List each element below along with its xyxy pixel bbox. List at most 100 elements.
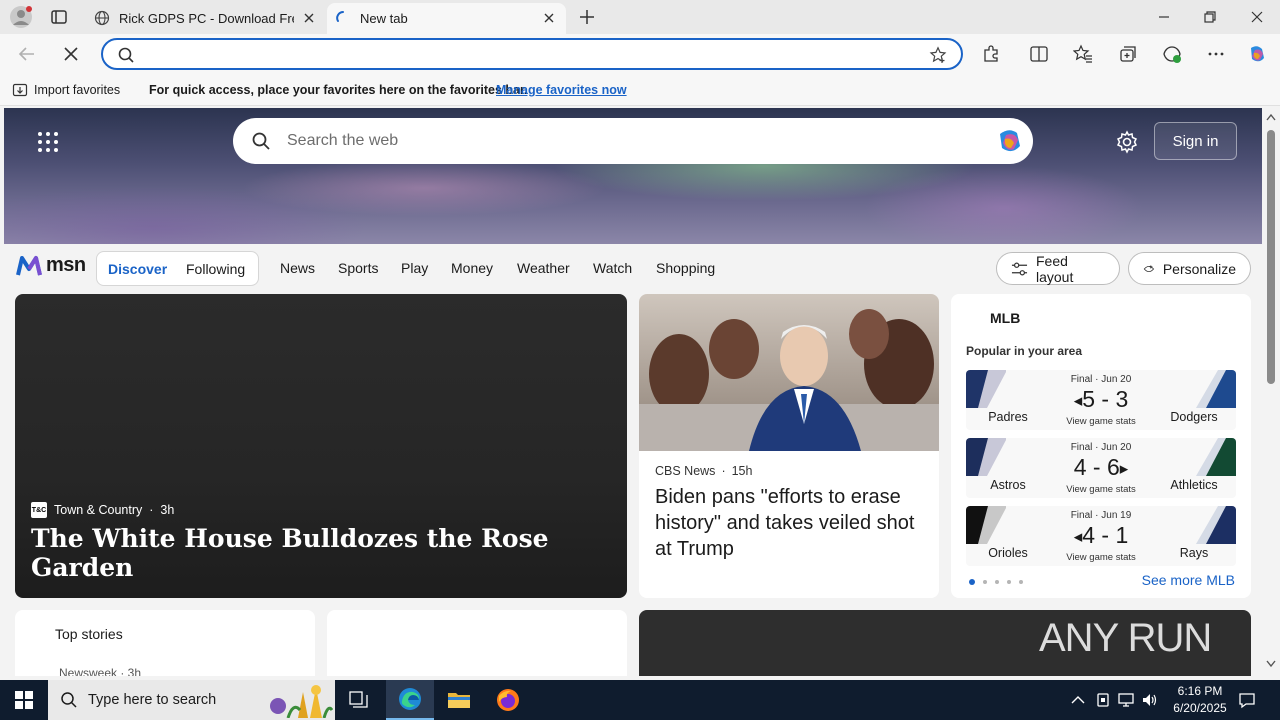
favorites-icon[interactable] <box>1073 44 1093 64</box>
taskbar-search[interactable]: Type here to search <box>48 680 335 720</box>
taskbar-file-explorer[interactable] <box>435 680 483 720</box>
view-game-stats-link[interactable]: View game stats <box>1051 416 1151 427</box>
browser-toolbar <box>0 34 1280 74</box>
team-name: Athletics <box>1170 478 1218 492</box>
score-value: 5 - 3 <box>1082 386 1129 412</box>
carousel-dot[interactable] <box>995 580 999 584</box>
tab-following[interactable]: Following <box>186 261 245 277</box>
minimize-icon[interactable] <box>1152 6 1176 28</box>
taskbar-firefox[interactable] <box>484 680 532 720</box>
close-tab-icon[interactable] <box>302 11 316 25</box>
scrollbar-thumb[interactable] <box>1267 130 1275 384</box>
carousel-dot[interactable] <box>983 580 987 584</box>
volume-icon[interactable] <box>1141 691 1159 709</box>
favorites-bar: Import favorites For quick access, place… <box>0 74 1280 106</box>
team-name: Astros <box>990 478 1026 492</box>
team-stripe-left <box>966 370 1006 408</box>
browser-essentials-icon[interactable] <box>1162 44 1182 64</box>
top-stories-card[interactable]: Top stories Newsweek · 3h <box>15 610 315 676</box>
tab-rick-gdps[interactable]: Rick GDPS PC - Download Free <box>86 3 326 34</box>
tab-bar: Rick GDPS PC - Download Free New tab <box>0 0 1280 34</box>
msn-logo[interactable]: msn <box>16 254 86 277</box>
import-icon <box>12 83 28 97</box>
story-age: 15h <box>731 464 753 478</box>
close-window-icon[interactable] <box>1245 6 1269 28</box>
tab-new-tab[interactable]: New tab <box>327 3 566 34</box>
stop-loading-icon[interactable] <box>60 43 82 65</box>
team-name: Rays <box>1179 546 1209 560</box>
mlb-subtitle: Popular in your area <box>966 344 1083 358</box>
network-icon[interactable] <box>1117 691 1135 709</box>
notifications-icon[interactable] <box>1238 691 1256 709</box>
start-button[interactable] <box>0 680 48 720</box>
task-view-icon <box>349 691 368 708</box>
scroll-up-icon[interactable] <box>1266 113 1276 121</box>
close-tab-icon[interactable] <box>542 11 556 25</box>
extensions-icon[interactable] <box>981 44 1001 64</box>
story-headline: The White House Bulldozes the Rose Garde… <box>31 524 549 582</box>
carousel-dot[interactable] <box>1007 580 1011 584</box>
feed-card[interactable] <box>327 610 627 676</box>
msn-butterfly-icon <box>16 255 42 275</box>
collections-icon[interactable] <box>1118 44 1138 64</box>
team-stripe-left <box>966 438 1006 476</box>
carousel-dot[interactable] <box>969 579 975 585</box>
copilot-icon[interactable] <box>1247 44 1267 64</box>
address-bar[interactable] <box>101 38 963 70</box>
app-launcher-icon[interactable] <box>36 130 60 154</box>
device-icon[interactable] <box>1094 691 1112 709</box>
import-favorites-button[interactable]: Import favorites <box>12 82 120 98</box>
dot-separator: · <box>149 503 154 517</box>
mlb-scores-card: MLB Popular in your area Final · Jun 20 … <box>951 294 1251 598</box>
nav-money[interactable]: Money <box>451 260 493 276</box>
tab-discover[interactable]: Discover <box>108 261 167 277</box>
game-row[interactable]: Final · Jun 19 ◀4 - 1 View game stats Or… <box>966 506 1236 566</box>
tab-actions-icon[interactable] <box>50 8 68 26</box>
back-icon[interactable] <box>16 43 38 65</box>
favorite-star-icon[interactable] <box>929 46 947 64</box>
nav-watch[interactable]: Watch <box>593 260 632 276</box>
team-name: Dodgers <box>1170 410 1218 424</box>
show-hidden-icons-icon[interactable] <box>1069 691 1087 709</box>
feed-layout-button[interactable]: Feed layout <box>996 252 1120 285</box>
see-more-mlb-link[interactable]: See more MLB <box>1142 572 1235 588</box>
nav-sports[interactable]: Sports <box>338 260 378 276</box>
sliders-icon <box>1011 262 1028 275</box>
mlb-title[interactable]: MLB <box>990 310 1020 326</box>
msn-new-tab-page: Sign in msn Discover Following News Spor… <box>4 108 1262 676</box>
game-row[interactable]: Final · Jun 20 4 - 6▶ View game stats As… <box>966 438 1236 498</box>
scroll-down-icon[interactable] <box>1266 660 1276 668</box>
mlb-logo-icon <box>966 310 984 328</box>
taskbar-edge[interactable] <box>386 680 434 720</box>
copilot-icon[interactable] <box>995 126 1025 156</box>
sign-in-button[interactable]: Sign in <box>1154 122 1237 160</box>
search-icon <box>61 692 77 708</box>
feed-card[interactable]: ANY RUN <box>639 610 1251 676</box>
dot-separator: · <box>721 464 726 478</box>
game-row[interactable]: Final · Jun 20 ◀5 - 3 View game stats Pa… <box>966 370 1236 430</box>
news-story-card[interactable]: CBS News · 15h Biden pans "efforts to er… <box>639 294 939 598</box>
split-screen-icon[interactable] <box>1029 44 1049 64</box>
view-game-stats-link[interactable]: View game stats <box>1051 552 1151 563</box>
web-search-input[interactable] <box>287 128 967 154</box>
nav-news[interactable]: News <box>280 260 315 276</box>
settings-gear-icon[interactable] <box>1115 130 1139 154</box>
more-menu-icon[interactable] <box>1206 44 1226 64</box>
system-clock[interactable]: 6:16 PM 6/20/2025 <box>1170 683 1230 717</box>
anyrun-watermark: ANY RUN <box>1039 616 1212 661</box>
manage-favorites-link[interactable]: Manage favorites now <box>496 83 627 97</box>
carousel-dot[interactable] <box>1019 580 1023 584</box>
view-game-stats-link[interactable]: View game stats <box>1051 484 1151 495</box>
nav-shopping[interactable]: Shopping <box>656 260 715 276</box>
personalize-button[interactable]: Personalize <box>1128 252 1251 285</box>
task-view-button[interactable] <box>335 680 383 720</box>
hero-story-card[interactable]: T&C Town & Country · 3h The White House … <box>15 294 627 598</box>
clock-time: 6:16 PM <box>1177 684 1223 698</box>
restore-icon[interactable] <box>1198 6 1222 28</box>
nav-play[interactable]: Play <box>401 260 428 276</box>
nav-weather[interactable]: Weather <box>517 260 570 276</box>
new-tab-icon[interactable] <box>578 8 596 26</box>
web-search-box[interactable] <box>233 118 1033 164</box>
page-scrollbar[interactable] <box>1262 108 1280 676</box>
profile-avatar-icon[interactable] <box>9 5 33 29</box>
